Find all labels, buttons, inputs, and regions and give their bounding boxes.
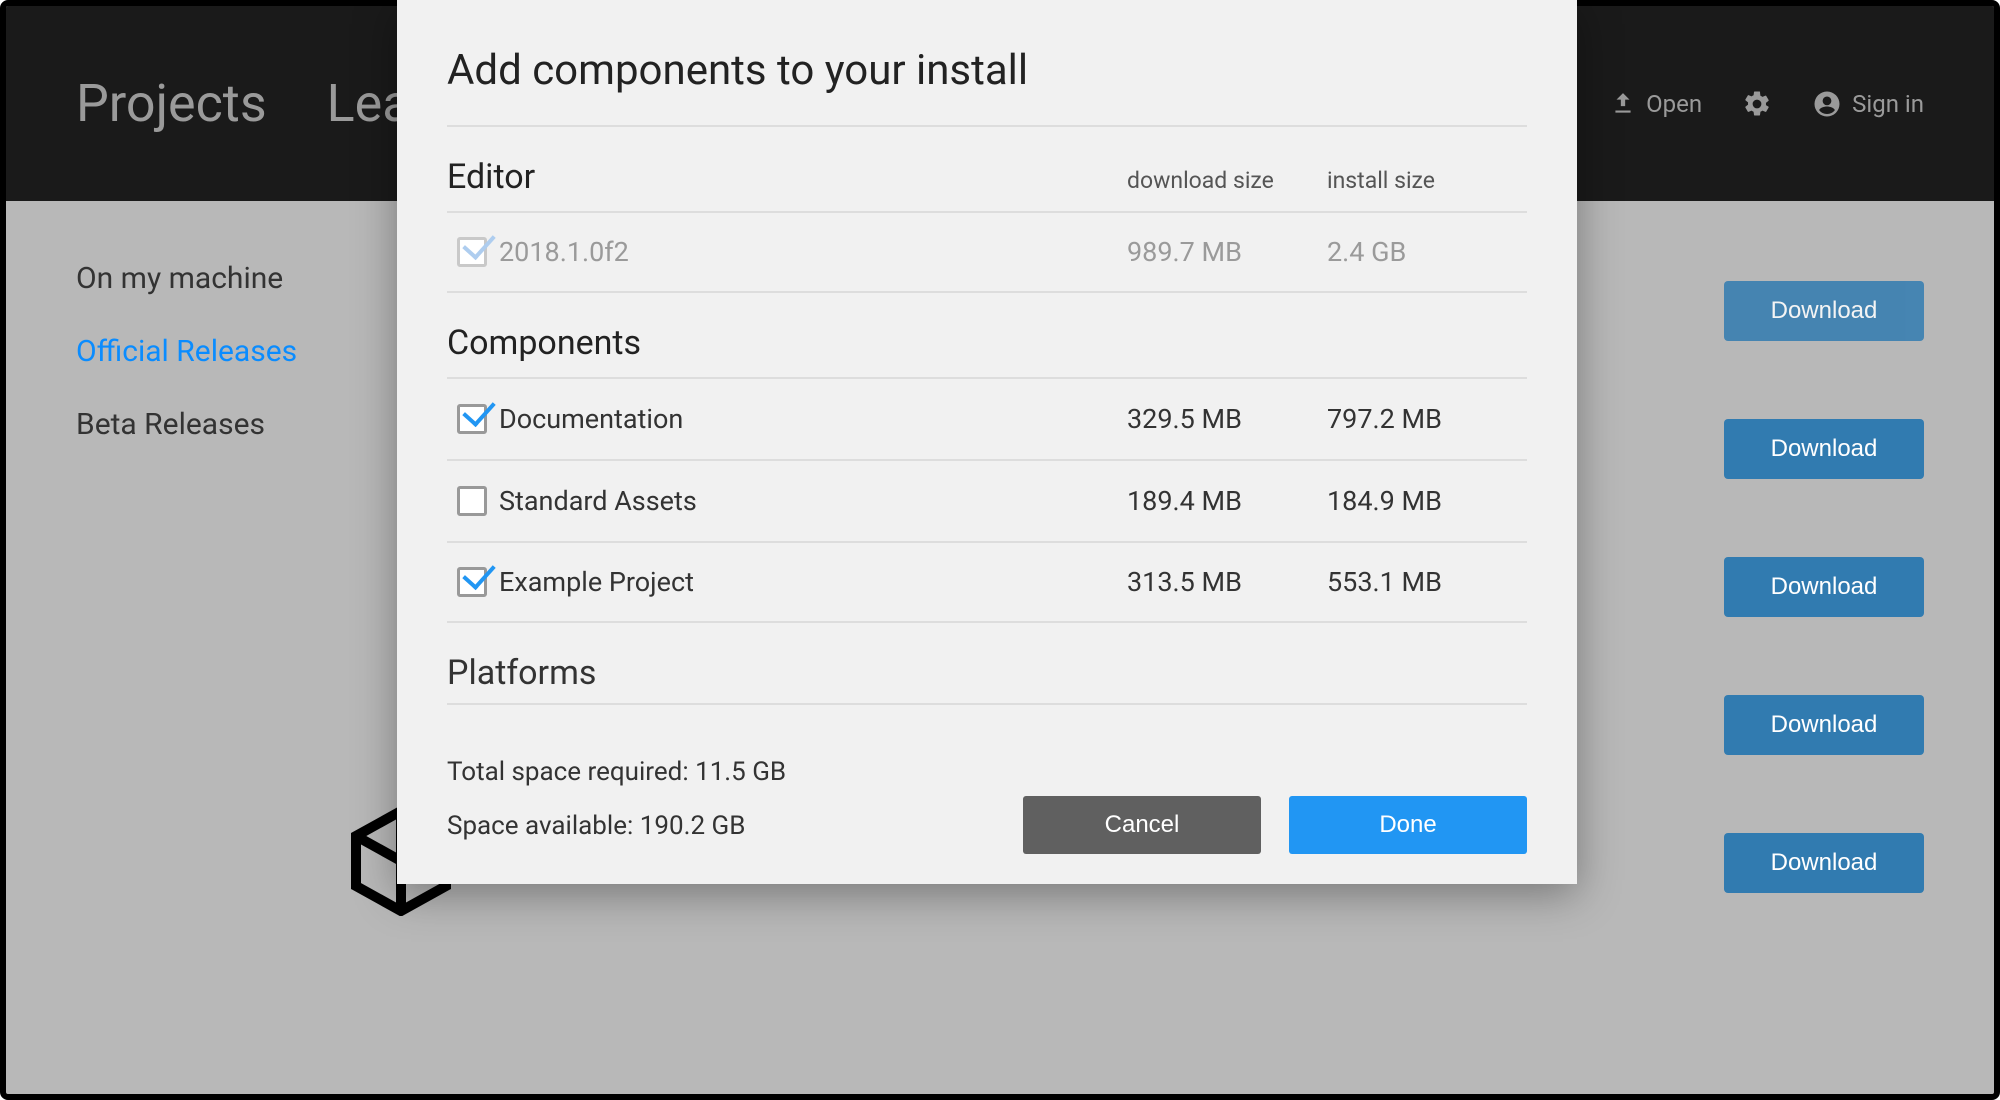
editor-row-dl: 989.7 MB bbox=[1127, 236, 1327, 268]
standard-assets-dl: 189.4 MB bbox=[1127, 485, 1327, 517]
editor-row-in: 2.4 GB bbox=[1327, 236, 1527, 268]
space-available-label: Space available: bbox=[447, 811, 640, 841]
editor-row-checkbox bbox=[457, 237, 487, 267]
add-components-modal: Add components to your install Editor do… bbox=[397, 0, 1577, 884]
standard-assets-checkbox[interactable] bbox=[457, 486, 487, 516]
example-project-checkbox[interactable] bbox=[457, 567, 487, 597]
example-project-in: 553.1 MB bbox=[1327, 566, 1527, 598]
space-available-value: 190.2 GB bbox=[640, 811, 746, 841]
documentation-checkbox[interactable] bbox=[457, 404, 487, 434]
documentation-dl: 329.5 MB bbox=[1127, 403, 1327, 435]
documentation-label: Documentation bbox=[499, 403, 683, 435]
editor-row-label: 2018.1.0f2 bbox=[499, 236, 629, 268]
modal-footer: Total space required: 11.5 GB Space avai… bbox=[447, 739, 1527, 854]
editor-row: 2018.1.0f2 989.7 MB 2.4 GB bbox=[447, 211, 1527, 293]
components-section-header: Components bbox=[447, 323, 1527, 363]
platforms-section-title: Platforms bbox=[447, 653, 1527, 705]
component-row-example-project[interactable]: Example Project 313.5 MB 553.1 MB bbox=[447, 541, 1527, 623]
done-button[interactable]: Done bbox=[1289, 796, 1527, 854]
col-install-header: install size bbox=[1327, 167, 1527, 194]
component-row-documentation[interactable]: Documentation 329.5 MB 797.2 MB bbox=[447, 377, 1527, 459]
footer-space-info: Total space required: 11.5 GB Space avai… bbox=[447, 745, 786, 854]
example-project-dl: 313.5 MB bbox=[1127, 566, 1327, 598]
editor-section-header: Editor download size install size bbox=[447, 157, 1527, 197]
components-section-title: Components bbox=[447, 323, 1127, 363]
total-required-label: Total space required: bbox=[447, 757, 695, 787]
footer-buttons: Cancel Done bbox=[1023, 796, 1527, 854]
standard-assets-label: Standard Assets bbox=[499, 485, 697, 517]
modal-title: Add components to your install bbox=[447, 46, 1527, 127]
standard-assets-in: 184.9 MB bbox=[1327, 485, 1527, 517]
documentation-in: 797.2 MB bbox=[1327, 403, 1527, 435]
cancel-button[interactable]: Cancel bbox=[1023, 796, 1261, 854]
editor-section-title: Editor bbox=[447, 157, 1127, 197]
component-row-standard-assets[interactable]: Standard Assets 189.4 MB 184.9 MB bbox=[447, 459, 1527, 541]
total-required-value: 11.5 GB bbox=[695, 757, 786, 787]
col-download-header: download size bbox=[1127, 167, 1327, 194]
modal-backdrop: Add components to your install Editor do… bbox=[0, 0, 2000, 1100]
example-project-label: Example Project bbox=[499, 566, 694, 598]
